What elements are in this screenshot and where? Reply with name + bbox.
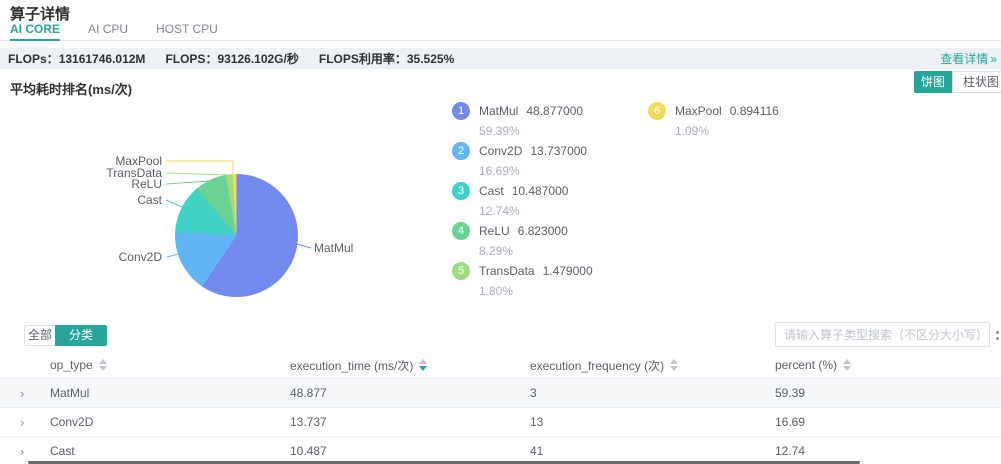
table-row-conv2d[interactable]: › Conv2D 13.737 13 16.69 [0, 407, 1001, 436]
tab-ai-core[interactable]: AI CORE [10, 19, 60, 40]
leader-cast [166, 200, 182, 207]
legend-percent: 1.09% [675, 124, 779, 138]
legend-name: MaxPool [675, 104, 722, 118]
cell-execution-time: 48.877 [290, 386, 530, 400]
vertical-dots-icon[interactable] [996, 331, 999, 343]
legend-percent: 16.69% [479, 164, 587, 178]
tab-host-cpu[interactable]: HOST CPU [156, 19, 218, 40]
sort-icon[interactable] [843, 359, 851, 371]
legend-percent: 8.29% [479, 244, 568, 258]
leader-transdata [166, 173, 229, 175]
cell-op-type: MatMul [50, 386, 290, 400]
expand-chevron-icon[interactable]: › [20, 415, 24, 430]
table-row-cast[interactable]: › Cast 10.487 41 12.74 [0, 436, 1001, 464]
pie-chart-area: MaxPool TransData ReLU Cast Conv2D MatMu… [0, 95, 1001, 319]
legend-item-transdata[interactable]: 5 TransData 1.479000 1.80% [452, 262, 593, 298]
cell-op-type: Conv2D [50, 415, 290, 429]
filter-category-button[interactable]: 分类 [55, 325, 107, 346]
cell-percent: 59.39 [775, 386, 1001, 400]
cell-execution-frequency: 41 [530, 444, 775, 458]
flops-total: FLOPs：13161746.012M [8, 50, 145, 67]
legend-item-maxpool[interactable]: 6 MaxPool 0.894116 1.09% [648, 102, 779, 138]
pie-label-conv2d: Conv2D [88, 251, 162, 263]
legend-value: 48.877000 [526, 104, 583, 118]
legend-item-matmul[interactable]: 1 MatMul 48.877000 59.39% [452, 102, 583, 138]
table-header-row: op_type execution_time (ms/次) execution_… [0, 352, 1001, 378]
expand-chevron-icon[interactable]: › [20, 386, 24, 401]
legend-item-relu[interactable]: 4 ReLU 6.823000 8.29% [452, 222, 568, 258]
flops-summary-bar: FLOPs：13161746.012M FLOPS：93126.102G/秒 F… [0, 48, 1001, 69]
operator-details-page: 算子详情 AI CORE AI CPU HOST CPU FLOPs：13161… [0, 0, 1001, 464]
legend-rank-badge: 6 [648, 102, 666, 120]
legend-value: 13.737000 [530, 144, 587, 158]
leader-matmul [297, 244, 311, 248]
legend-percent: 1.80% [479, 284, 593, 298]
cell-op-type: Cast [50, 444, 290, 458]
sort-icon[interactable] [419, 359, 427, 371]
col-header-execution-frequency[interactable]: execution_frequency (次) [530, 357, 775, 374]
legend-name: TransData [479, 264, 535, 278]
pie-view-button[interactable]: 饼图 [914, 71, 952, 93]
col-header-execution-time[interactable]: execution_time (ms/次) [290, 357, 530, 374]
expand-chevron-icon[interactable]: › [20, 444, 24, 459]
legend-value: 1.479000 [543, 264, 593, 278]
cell-execution-frequency: 3 [530, 386, 775, 400]
flops-utilization: FLOPS利用率：35.525% [319, 50, 454, 67]
operator-search-input[interactable] [775, 322, 990, 347]
sort-icon[interactable] [99, 359, 107, 371]
col-header-percent[interactable]: percent (%) [775, 358, 1001, 372]
legend-item-conv2d[interactable]: 2 Conv2D 13.737000 16.69% [452, 142, 587, 178]
leader-maxpool [166, 161, 233, 174]
double-arrow-icon: » [990, 52, 997, 66]
cell-execution-frequency: 13 [530, 415, 775, 429]
legend-percent: 12.74% [479, 204, 568, 218]
view-details-link[interactable]: 查看详情» [940, 50, 997, 67]
bar-view-button[interactable]: 柱状图 [952, 71, 1001, 93]
tab-bar: AI CORE AI CPU HOST CPU [0, 19, 1001, 41]
legend-value: 6.823000 [518, 224, 568, 238]
filter-all-button[interactable]: 全部 [24, 325, 55, 346]
tab-ai-cpu[interactable]: AI CPU [88, 19, 128, 40]
legend-item-cast[interactable]: 3 Cast 10.487000 12.74% [452, 182, 568, 218]
legend-name: ReLU [479, 224, 510, 238]
legend-value: 0.894116 [730, 104, 779, 118]
legend-name: Cast [479, 184, 504, 198]
col-header-op-type[interactable]: op_type [50, 358, 290, 372]
legend-rank-badge: 1 [452, 102, 470, 120]
sort-icon[interactable] [670, 359, 678, 371]
cell-percent: 16.69 [775, 415, 1001, 429]
cell-execution-time: 10.487 [290, 444, 530, 458]
pie-label-cast: Cast [88, 194, 162, 206]
cell-execution-time: 13.737 [290, 415, 530, 429]
pie-label-matmul: MatMul [314, 242, 388, 254]
flops-per-second: FLOPS：93126.102G/秒 [165, 50, 298, 67]
cell-percent: 12.74 [775, 444, 1001, 458]
legend-name: Conv2D [479, 144, 522, 158]
pie-chart[interactable] [175, 174, 298, 297]
legend-value: 10.487000 [512, 184, 569, 198]
legend-name: MatMul [479, 104, 518, 118]
legend-rank-badge: 3 [452, 182, 470, 200]
table-row-matmul[interactable]: › MatMul 48.877 3 59.39 [0, 378, 1001, 407]
operator-table: op_type execution_time (ms/次) execution_… [0, 352, 1001, 464]
pie-label-relu: ReLU [88, 178, 162, 190]
legend-rank-badge: 5 [452, 262, 470, 280]
legend-rank-badge: 4 [452, 222, 470, 240]
legend-rank-badge: 2 [452, 142, 470, 160]
legend-percent: 59.39% [479, 124, 583, 138]
